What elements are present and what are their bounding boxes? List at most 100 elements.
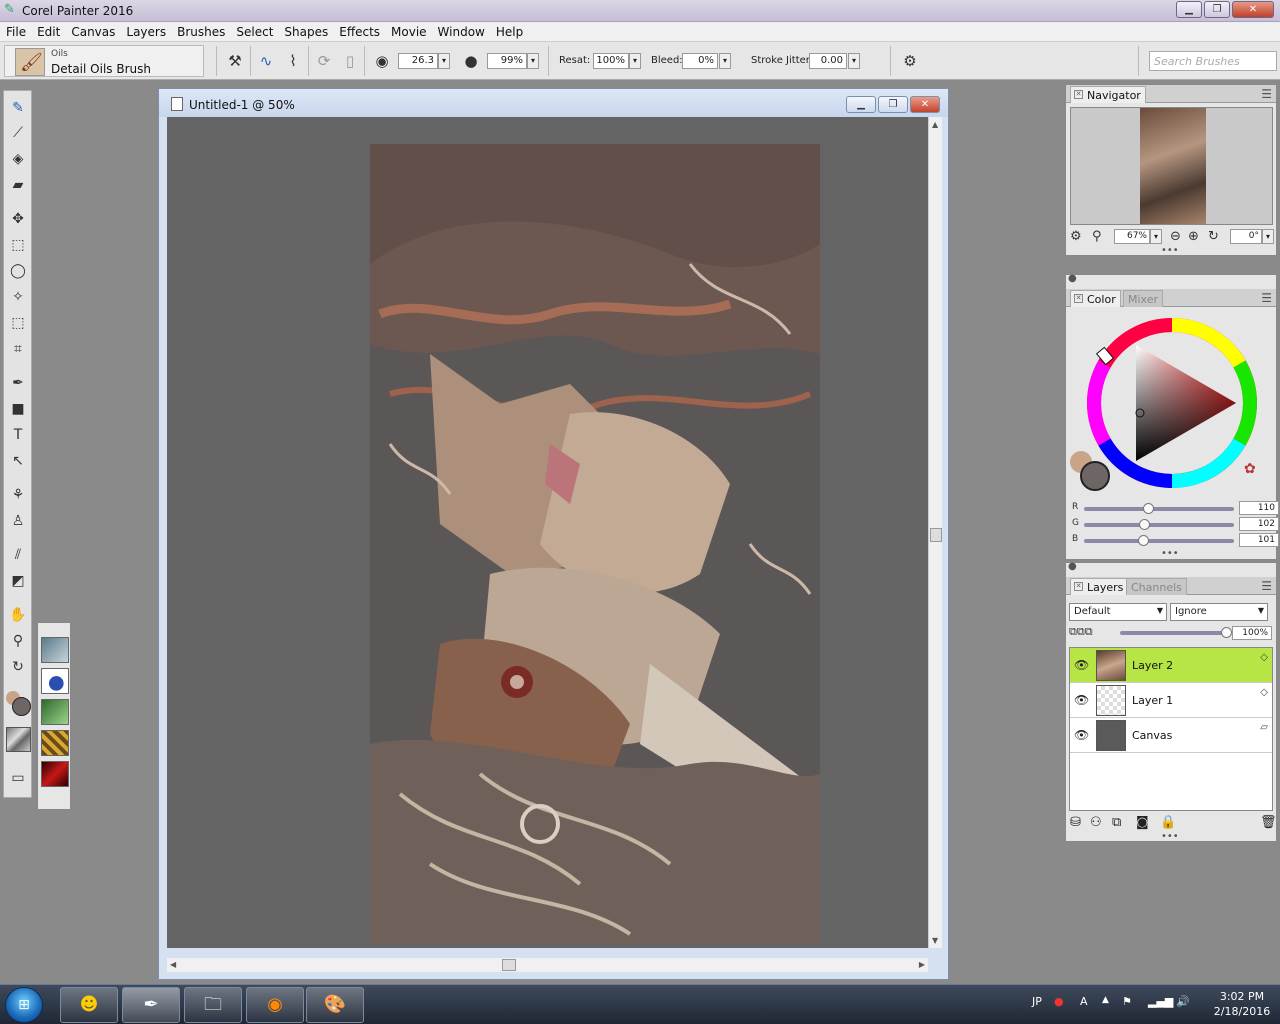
layers-tab[interactable]: ✕ Layers [1070,578,1129,595]
taskbar-app-explorer[interactable]: 🗀 [184,987,242,1023]
green-slider-knob[interactable] [1138,519,1150,530]
bleed-dropdown[interactable]: ▾ [719,53,731,69]
eraser-tool-icon[interactable]: ▰ [7,174,29,196]
close-button[interactable]: ✕ [1232,1,1274,18]
network-icon[interactable]: ▂▄▆ [1148,995,1173,1008]
start-button[interactable]: ⊞ [5,987,43,1023]
dynamic-plugins-icon[interactable]: ⚇ [1090,815,1102,830]
color-swatches[interactable] [6,691,32,719]
reset-tool-icon[interactable]: ⚒ [225,51,245,71]
doc-close-button[interactable]: ✕ [910,96,940,113]
menu-file[interactable]: File [0,22,31,41]
cloner-tool-icon[interactable]: ⚘ [7,484,29,506]
resat-dropdown[interactable]: ▾ [629,53,641,69]
delete-layer-icon[interactable]: 🗑 [1260,815,1277,830]
menu-effects[interactable]: Effects [333,22,385,41]
layer-row[interactable]: 👁 Layer 1 ◇ [1070,683,1272,718]
visibility-eye-icon[interactable]: 👁 [1074,728,1089,742]
vertical-scrollbar[interactable]: ▲ ▼ [928,117,942,948]
paint-bucket-tool-icon[interactable]: ◈ [7,148,29,170]
menu-layers[interactable]: Layers [120,22,171,41]
taskbar-app-paint[interactable]: 🎨 [306,987,364,1023]
opacity-field[interactable]: 99% [487,53,527,69]
rotate-icon[interactable]: ↻ [1208,229,1219,244]
layer-adjuster-tool-icon[interactable]: ✥ [7,208,29,230]
layer-opacity-knob[interactable] [1220,627,1232,638]
tray-expand-icon[interactable]: ▲ [1102,995,1109,1005]
zoom-in-icon[interactable]: ⊕ [1188,229,1199,244]
horizontal-scrollbar[interactable]: ◀ ▶ [167,958,928,972]
volume-icon[interactable]: 🔊 [1176,995,1190,1008]
navigator-preview[interactable] [1070,107,1273,225]
panel-drag-handle[interactable]: ● [1068,273,1077,284]
color-wheel[interactable] [1086,317,1258,489]
dropper-tool-icon[interactable]: ⟋ [7,122,29,144]
green-slider[interactable]: G 102 [1072,517,1279,532]
stroke-preview-icon[interactable]: ▯ [340,51,360,71]
ime-icon[interactable]: A [1080,995,1088,1008]
resat-field[interactable]: 100% [593,53,629,69]
mirror-painting-tool-icon[interactable]: ⫽ [7,544,29,566]
layer-lock-options-icon[interactable]: ⧉⧉⧉ [1069,625,1093,639]
main-color-swatch[interactable] [12,697,31,716]
stroke-jitter-dropdown[interactable]: ▾ [848,53,860,69]
lock-layer-icon[interactable]: 🔒 [1160,815,1176,830]
lasso-tool-icon[interactable]: ◯ [7,260,29,282]
crop-tool-icon[interactable]: ⌗ [7,338,29,360]
close-panel-icon[interactable]: ✕ [1074,90,1083,99]
color-swatches[interactable] [1070,451,1110,491]
selection-adjuster-tool-icon[interactable]: ⬚ [7,312,29,334]
scroll-left-arrow[interactable]: ◀ [170,960,176,969]
zoom-out-icon[interactable]: ⊖ [1170,229,1181,244]
size-dropdown[interactable]: ▾ [438,53,450,69]
navigator-tab[interactable]: ✕ Navigator [1070,86,1146,103]
visibility-eye-icon[interactable]: 👁 [1074,658,1089,672]
scroll-down-arrow[interactable]: ▼ [932,936,938,945]
language-indicator[interactable]: JP [1032,995,1042,1008]
pattern-selector[interactable] [41,637,69,663]
mixer-tab[interactable]: Mixer [1123,290,1164,307]
canvas-artwork[interactable] [370,144,820,944]
size-field[interactable]: 26.3 [398,53,438,69]
red-slider-knob[interactable] [1143,503,1155,514]
panel-menu-icon[interactable]: ☰ [1261,579,1272,593]
layer-commands-icon[interactable]: ⛁ [1070,815,1081,830]
close-panel-icon[interactable]: ✕ [1074,582,1083,591]
panel-drag-handle[interactable]: ● [1068,561,1077,572]
taskbar-app-firefox[interactable]: ◉ [246,987,304,1023]
scroll-up-arrow[interactable]: ▲ [932,120,938,129]
nozzle-selector[interactable] [41,699,69,725]
create-layer-mask-icon[interactable]: ◙ [1136,815,1149,830]
straight-line-stroke-icon[interactable]: ⌇ [283,51,303,71]
scroll-right-arrow[interactable]: ▶ [919,960,925,969]
menu-edit[interactable]: Edit [31,22,65,41]
new-layer-group-icon[interactable]: ⧉ [1112,815,1121,830]
text-tool-icon[interactable]: T [7,424,29,446]
blue-slider-knob[interactable] [1137,535,1149,546]
panel-menu-icon[interactable]: ☰ [1261,87,1272,101]
maximize-button[interactable]: ❐ [1204,1,1230,18]
rotation-dropdown[interactable]: ▾ [1262,229,1274,244]
grabber-tool-icon[interactable]: ✋ [7,604,29,626]
shape-selection-tool-icon[interactable]: ↖ [7,450,29,472]
dab-preview-icon[interactable]: ⟳ [314,51,334,71]
channels-tab[interactable]: Channels [1126,578,1187,595]
look-selector[interactable] [41,761,69,787]
magic-wand-tool-icon[interactable]: ✧ [7,286,29,308]
rotation-field[interactable]: 0° [1230,229,1262,244]
panel-resize-grip[interactable]: ••• [1161,548,1179,559]
menu-movie[interactable]: Movie [385,22,432,41]
rubber-stamp-tool-icon[interactable]: ♙ [7,510,29,532]
red-slider[interactable]: R 110 [1072,501,1279,516]
menu-help[interactable]: Help [490,22,528,41]
pen-tool-icon[interactable]: ✒ [7,372,29,394]
doc-minimize-button[interactable]: ▁ [846,96,876,113]
panel-menu-icon[interactable]: ☰ [1261,291,1272,305]
blue-slider[interactable]: B 101 [1072,533,1279,548]
action-center-icon[interactable]: ⚑ [1122,995,1132,1008]
taskbar-app-ghost[interactable]: ☻ [60,987,118,1023]
menu-brushes[interactable]: Brushes [171,22,230,41]
green-value-field[interactable]: 102 [1239,517,1279,531]
blue-value-field[interactable]: 101 [1239,533,1279,547]
layer-row[interactable]: 👁 Canvas ▱ [1070,718,1272,753]
